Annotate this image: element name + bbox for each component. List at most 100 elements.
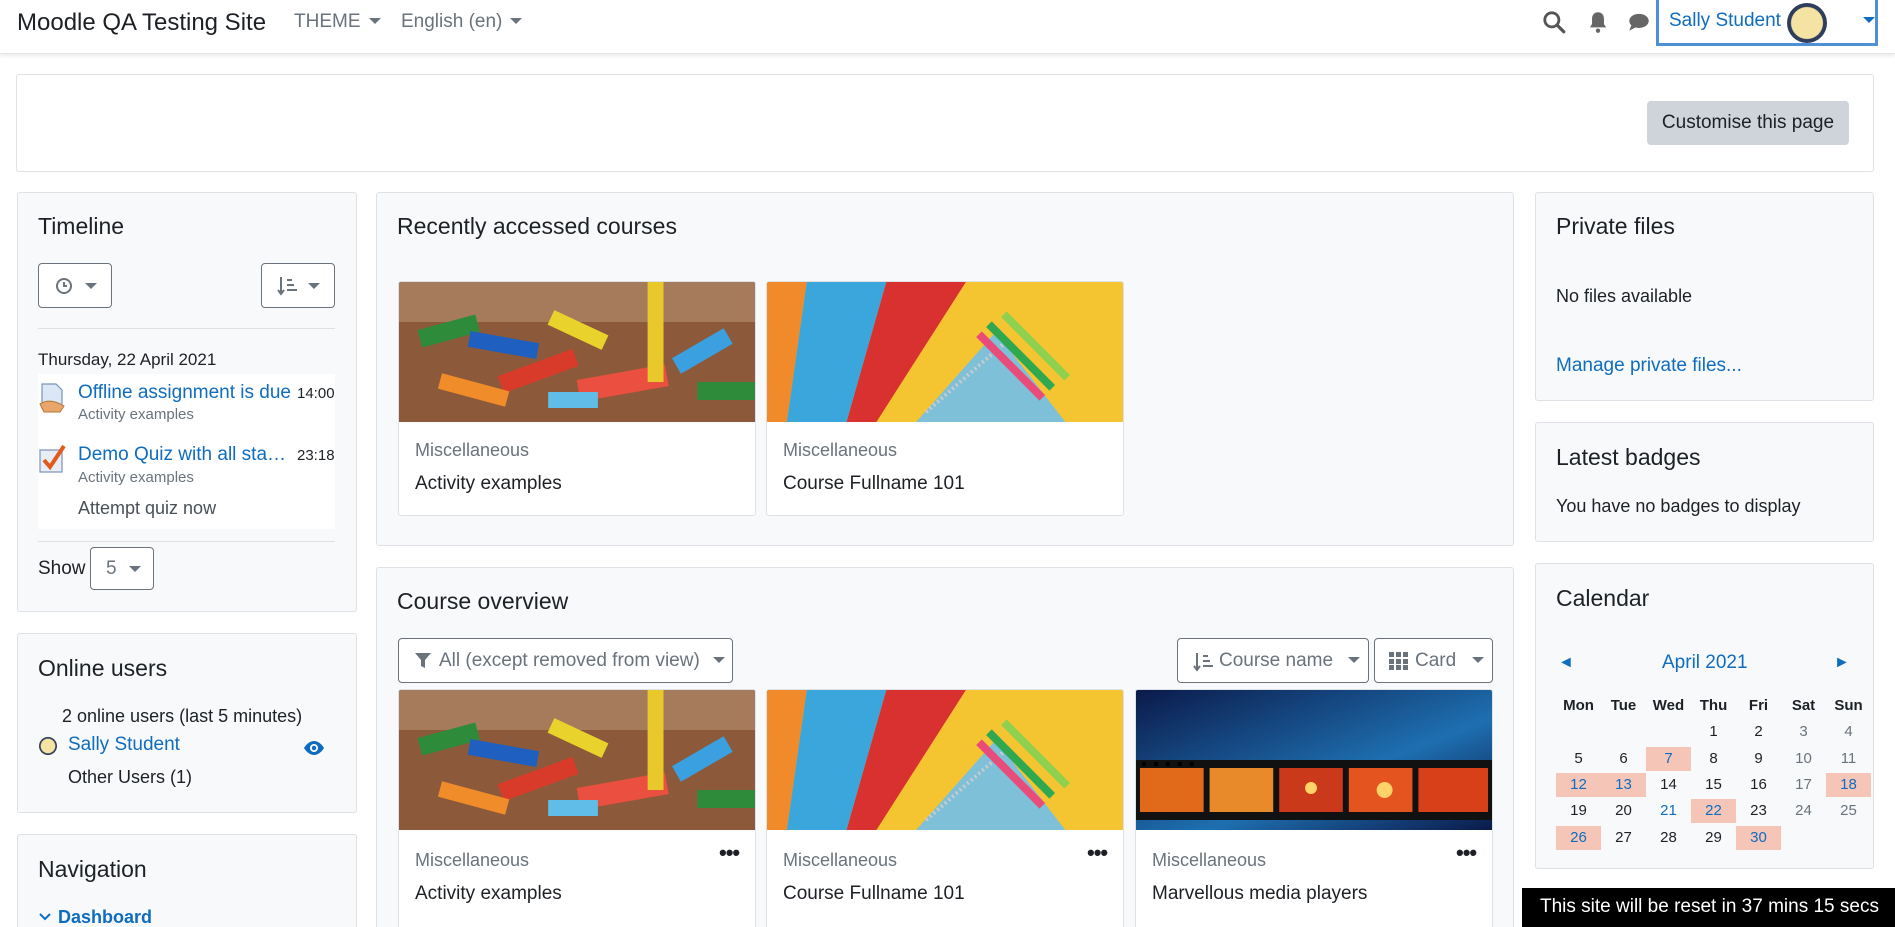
calendar-day-number <box>1646 718 1691 742</box>
calendar-day[interactable]: 21 <box>1646 798 1691 824</box>
calendar-day-number: 2 <box>1754 723 1763 740</box>
calendar-grid: Mon Tue Wed Thu Fri Sat Sun 1 2 3 4 5 6 7 8 9 10 11 12 13 1… <box>1556 692 1871 852</box>
calendar-day-number: 17 <box>1795 776 1812 793</box>
calendar-day-number[interactable]: 7 <box>1646 747 1691 771</box>
chevron-down-icon <box>39 913 51 921</box>
calendar-day <box>1646 718 1691 746</box>
more-actions-icon[interactable]: ••• <box>1456 840 1477 866</box>
course-card[interactable]: Miscellaneous ••• Activity examples <box>398 689 756 927</box>
calendar-weekday: Tue <box>1610 696 1637 714</box>
course-view-label: Card <box>1415 650 1457 671</box>
course-name[interactable]: Marvellous media players <box>1152 883 1367 905</box>
calendar-day-number <box>1826 824 1871 848</box>
timeline-event-link[interactable]: Offline assignment is due <box>78 382 298 404</box>
calendar-day[interactable]: 22 <box>1691 798 1736 824</box>
course-card[interactable]: Miscellaneous Activity examples <box>398 281 756 516</box>
timeline-filter-button[interactable] <box>38 263 112 308</box>
course-name[interactable]: Course Fullname 101 <box>783 473 965 495</box>
calendar-day: 27 <box>1601 824 1646 852</box>
course-overview-title: Course overview <box>397 588 569 614</box>
course-card[interactable]: Miscellaneous ••• Course Fullname 101 <box>766 689 1124 927</box>
calendar-day: 19 <box>1556 798 1601 824</box>
calendar-day-number[interactable]: 18 <box>1826 773 1871 797</box>
course-card[interactable]: Miscellaneous ••• Marvellous media playe… <box>1135 689 1493 927</box>
more-actions-icon[interactable]: ••• <box>1087 840 1108 866</box>
calendar-day-number[interactable]: 13 <box>1601 773 1646 797</box>
calendar-weekday: Thu <box>1699 696 1728 714</box>
language-menu[interactable]: English (en) <box>401 11 523 33</box>
calendar-day: 6 <box>1601 746 1646 772</box>
calendar-day: 23 <box>1736 798 1781 824</box>
calendar-month[interactable]: April 2021 <box>1662 652 1748 674</box>
quiz-icon <box>39 444 66 473</box>
calendar-day-number: 29 <box>1705 829 1722 846</box>
calendar-day: 5 <box>1556 746 1601 772</box>
calendar-day[interactable]: 30 <box>1736 824 1781 852</box>
timeline-sort-button[interactable] <box>261 263 335 308</box>
calendar-day: 4 <box>1826 718 1871 746</box>
calendar-day-number: 10 <box>1795 750 1812 767</box>
calendar-day-number: 6 <box>1619 750 1628 767</box>
course-filter-dropdown[interactable]: All (except removed from view) <box>398 638 733 683</box>
site-reset-notice: This site will be reset in 37 mins 15 se… <box>1522 888 1895 927</box>
manage-private-files-link[interactable]: Manage private files... <box>1556 355 1742 377</box>
calendar-weekday: Wed <box>1652 696 1685 714</box>
calendar-day-number[interactable]: 12 <box>1556 773 1601 797</box>
course-name[interactable]: Course Fullname 101 <box>783 883 965 905</box>
chat-icon[interactable] <box>1626 9 1652 35</box>
dashboard-link[interactable]: Dashboard <box>58 907 152 927</box>
theme-menu[interactable]: THEME <box>294 11 381 33</box>
search-icon[interactable] <box>1541 9 1567 35</box>
calendar-day[interactable]: 18 <box>1826 772 1871 798</box>
timeline-day-heading: Thursday, 22 April 2021 <box>38 350 217 369</box>
calendar-day-number: 23 <box>1750 802 1767 819</box>
show-count-select[interactable]: 5 <box>90 547 154 590</box>
more-actions-icon[interactable]: ••• <box>719 840 740 866</box>
calendar-day[interactable]: 7 <box>1646 746 1691 772</box>
user-name: Sally Student <box>1669 10 1781 31</box>
navigation-title: Navigation <box>38 856 147 882</box>
course-sort-dropdown[interactable]: Course name <box>1177 638 1369 683</box>
calendar-day: 2 <box>1736 718 1781 746</box>
calendar-day-number[interactable]: 26 <box>1556 826 1601 850</box>
user-menu[interactable]: Sally Student <box>1656 0 1878 46</box>
previous-month-icon[interactable]: ◄ <box>1558 654 1574 672</box>
calendar-day-number[interactable]: 30 <box>1736 826 1781 850</box>
customise-page-button[interactable]: Customise this page <box>1647 101 1849 145</box>
calendar-day: 24 <box>1781 798 1826 824</box>
show-count-value: 5 <box>106 558 117 579</box>
calendar-weekday: Sat <box>1791 696 1816 714</box>
recent-courses-title: Recently accessed courses <box>397 213 677 239</box>
course-name[interactable]: Activity examples <box>415 883 562 905</box>
calendar-day[interactable]: 26 <box>1556 824 1601 852</box>
calendar-day-number: 4 <box>1844 723 1853 740</box>
timeline-event-link[interactable]: Demo Quiz with all sta… <box>78 444 290 466</box>
calendar-day: 10 <box>1781 746 1826 772</box>
calendar-day: 14 <box>1646 772 1691 798</box>
no-badges-text: You have no badges to display <box>1556 496 1801 516</box>
calendar-day: 11 <box>1826 746 1871 772</box>
calendar-day-number[interactable]: 22 <box>1691 799 1736 823</box>
calendar-day-number: 11 <box>1840 750 1857 767</box>
eye-icon[interactable] <box>303 740 325 756</box>
theme-menu-label: THEME <box>294 11 361 32</box>
course-card[interactable]: Miscellaneous Course Fullname 101 <box>766 281 1124 516</box>
next-month-icon[interactable]: ► <box>1834 654 1850 672</box>
online-user-link[interactable]: Sally Student <box>68 734 180 756</box>
calendar-day[interactable]: 12 <box>1556 772 1601 798</box>
site-name[interactable]: Moodle QA Testing Site <box>17 9 266 37</box>
chevron-down-icon <box>713 657 725 663</box>
course-view-dropdown[interactable]: Card <box>1374 638 1493 683</box>
course-category: Miscellaneous <box>1152 850 1267 870</box>
attempt-quiz-link[interactable]: Attempt quiz now <box>78 498 216 519</box>
timeline-event-time: 14:00 <box>297 385 335 402</box>
chevron-down-icon <box>1348 657 1360 663</box>
timeline-event-list: Offline assignment is due 14:00 Activity… <box>38 374 335 529</box>
calendar-day-number[interactable]: 21 <box>1646 799 1691 823</box>
calendar-day-number: 16 <box>1750 776 1767 793</box>
calendar-day[interactable]: 13 <box>1601 772 1646 798</box>
chevron-down-icon <box>510 18 523 24</box>
latest-badges-block <box>1535 422 1874 542</box>
bell-icon[interactable] <box>1585 9 1611 35</box>
course-name[interactable]: Activity examples <box>415 473 562 495</box>
